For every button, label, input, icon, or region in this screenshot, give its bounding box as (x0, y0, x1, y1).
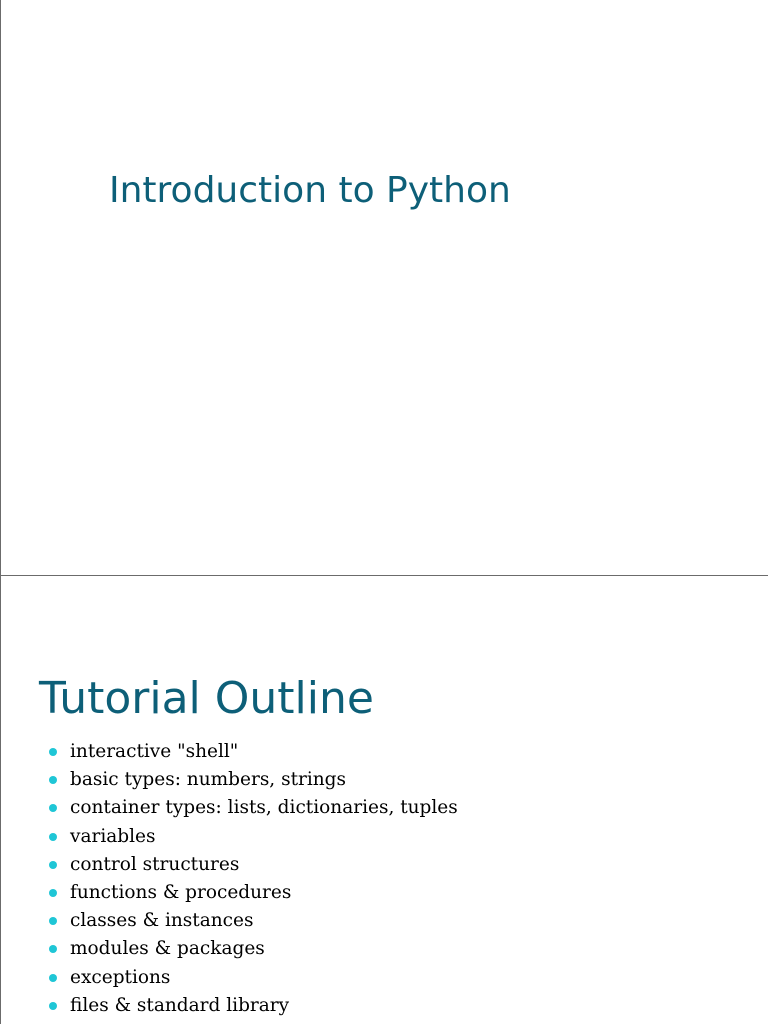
bullet-item: control structures (49, 851, 458, 879)
slide-2: Tutorial Outline interactive "shell" bas… (0, 576, 768, 1024)
bullet-dot-icon (49, 917, 57, 926)
bullet-dot-icon (49, 776, 57, 785)
bullet-item: basic types: numbers, strings (49, 766, 458, 794)
bullet-dot-icon (49, 973, 57, 982)
bullet-text: basic types: numbers, strings (70, 769, 347, 791)
bullet-item: container types: lists, dictionaries, tu… (49, 794, 458, 822)
bullet-dot-icon (49, 804, 57, 813)
bullet-item: variables (49, 823, 458, 851)
bullet-text: files & standard library (70, 994, 290, 1016)
bullet-dot-icon (49, 748, 57, 756)
bullet-item: interactive "shell" (49, 738, 458, 766)
bullet-dot-icon (49, 945, 57, 954)
bullet-dot-icon (49, 860, 57, 869)
slide-1: Introduction to Python (0, 0, 768, 576)
bullet-text: container types: lists, dictionaries, tu… (70, 797, 458, 819)
bullet-item: exceptions (49, 964, 458, 992)
bullet-text: interactive "shell" (70, 741, 239, 762)
bullet-item: classes & instances (49, 907, 458, 935)
bullet-item: functions & procedures (49, 879, 458, 907)
bullet-item: modules & packages (49, 935, 458, 963)
slide-title: Introduction to Python (109, 170, 511, 211)
bullet-list: interactive "shell" basic types: numbers… (49, 738, 458, 1020)
slide-title: Tutorial Outline (39, 673, 374, 724)
bullet-text: classes & instances (70, 910, 254, 932)
bullet-text: exceptions (70, 966, 171, 988)
bullet-dot-icon (49, 1001, 57, 1010)
bullet-text: modules & packages (70, 938, 265, 960)
bullet-dot-icon (49, 832, 57, 841)
bullet-text: functions & procedures (70, 881, 292, 903)
bullet-dot-icon (49, 888, 57, 897)
bullet-text: variables (70, 825, 156, 847)
bullet-item: files & standard library (49, 992, 458, 1020)
bullet-text: control structures (70, 853, 240, 875)
